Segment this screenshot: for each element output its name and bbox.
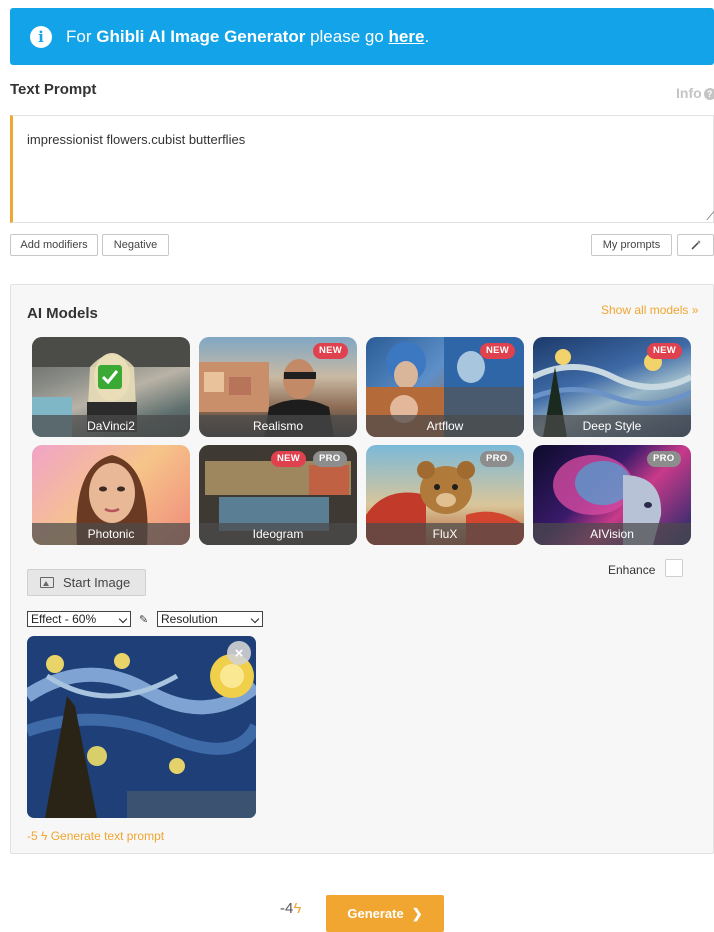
- gen-text-cost: -5: [27, 829, 38, 843]
- resolution-select[interactable]: Resolution: [157, 611, 263, 627]
- my-prompts-button[interactable]: My prompts: [591, 234, 672, 256]
- pro-badge: PRO: [313, 451, 347, 467]
- model-tile-realismo[interactable]: NEW Realismo: [199, 337, 357, 437]
- remove-image-close-icon[interactable]: ×: [227, 641, 251, 665]
- resolution-select-value: Resolution: [161, 612, 218, 626]
- magic-wand-icon: [690, 240, 701, 250]
- generate-label: Generate: [347, 906, 404, 921]
- new-badge: NEW: [271, 451, 307, 467]
- banner-middle: please go: [310, 26, 384, 46]
- chevron-down-icon: [118, 614, 128, 624]
- new-badge: NEW: [313, 343, 349, 359]
- lightning-icon: ϟ: [41, 829, 48, 843]
- help-icon: ?: [703, 88, 714, 100]
- banner-prefix: For: [66, 26, 92, 46]
- selected-check-icon: [98, 365, 122, 389]
- model-tile-photonic[interactable]: Photonic: [32, 445, 190, 545]
- model-name-ideogram: Ideogram: [199, 523, 357, 545]
- info-link[interactable]: Info?: [676, 85, 714, 101]
- pro-badge: PRO: [480, 451, 514, 467]
- model-tile-ideogram[interactable]: NEW PRO Ideogram: [199, 445, 357, 545]
- enhance-checkbox[interactable]: [665, 559, 683, 577]
- model-tile-flux[interactable]: PRO FluX: [366, 445, 524, 545]
- model-name-realismo: Realismo: [199, 415, 357, 437]
- text-prompt-value: impressionist flowers.cubist butterflies: [27, 132, 246, 147]
- effect-select[interactable]: Effect - 60%: [27, 611, 131, 627]
- generate-text-prompt-link[interactable]: -5 ϟ Generate text prompt: [27, 829, 164, 843]
- generate-button[interactable]: Generate ❯: [326, 895, 444, 932]
- new-badge: NEW: [480, 343, 516, 359]
- show-all-label: Show all models: [601, 303, 689, 317]
- model-name-deep-style: Deep Style: [533, 415, 691, 437]
- start-image-picture: [27, 636, 256, 818]
- info-banner: i For Ghibli AI Image Generator please g…: [10, 8, 714, 65]
- info-link-label: Info: [676, 85, 702, 101]
- text-prompt-input[interactable]: impressionist flowers.cubist butterflies: [10, 115, 714, 223]
- ai-models-panel: AI Models Show all models » DaVinci2 NEW…: [10, 284, 714, 854]
- model-tile-deep-style[interactable]: NEW Deep Style: [533, 337, 691, 437]
- gen-text-label: Generate text prompt: [50, 829, 165, 843]
- model-name-aivision: AIVision: [533, 523, 691, 545]
- new-badge: NEW: [647, 343, 683, 359]
- effect-select-value: Effect - 60%: [31, 612, 97, 626]
- credit-cost: -4ϟ: [280, 900, 301, 917]
- chevron-right-icon: ❯: [411, 905, 423, 921]
- model-tile-artflow[interactable]: NEW Artflow: [366, 337, 524, 437]
- enhance-label: Enhance: [608, 563, 656, 577]
- resize-grip-icon[interactable]: [698, 211, 714, 220]
- chevron-down-icon: [250, 614, 260, 624]
- model-name-photonic: Photonic: [32, 523, 190, 545]
- image-icon: [40, 577, 54, 588]
- model-tile-davinci2[interactable]: DaVinci2: [32, 337, 190, 437]
- negative-button[interactable]: Negative: [102, 234, 169, 256]
- pencil-icon[interactable]: ✎: [139, 613, 148, 626]
- banner-suffix: .: [424, 26, 430, 46]
- info-icon: i: [30, 25, 52, 48]
- lightning-icon: ϟ: [293, 900, 302, 917]
- double-chevron-down-icon: »: [691, 303, 699, 317]
- magic-wand-button[interactable]: [677, 234, 714, 256]
- start-image-label: Start Image: [63, 575, 131, 590]
- banner-here-link[interactable]: here: [389, 27, 425, 47]
- text-prompt-label: Text Prompt: [10, 81, 97, 98]
- start-image-thumbnail: [27, 636, 256, 818]
- model-name-davinci2: DaVinci2: [32, 415, 190, 437]
- credit-cost-value: -4: [280, 900, 294, 917]
- model-name-artflow: Artflow: [366, 415, 524, 437]
- show-all-models-link[interactable]: Show all models »: [601, 303, 698, 317]
- pro-badge: PRO: [647, 451, 681, 467]
- banner-bold-name: Ghibli AI Image Generator: [96, 26, 306, 46]
- model-name-flux: FluX: [366, 523, 524, 545]
- model-tile-aivision[interactable]: PRO AIVision: [533, 445, 691, 545]
- start-image-button[interactable]: Start Image: [27, 569, 146, 596]
- ai-models-title: AI Models: [27, 305, 98, 322]
- add-modifiers-button[interactable]: Add modifiers: [10, 234, 98, 256]
